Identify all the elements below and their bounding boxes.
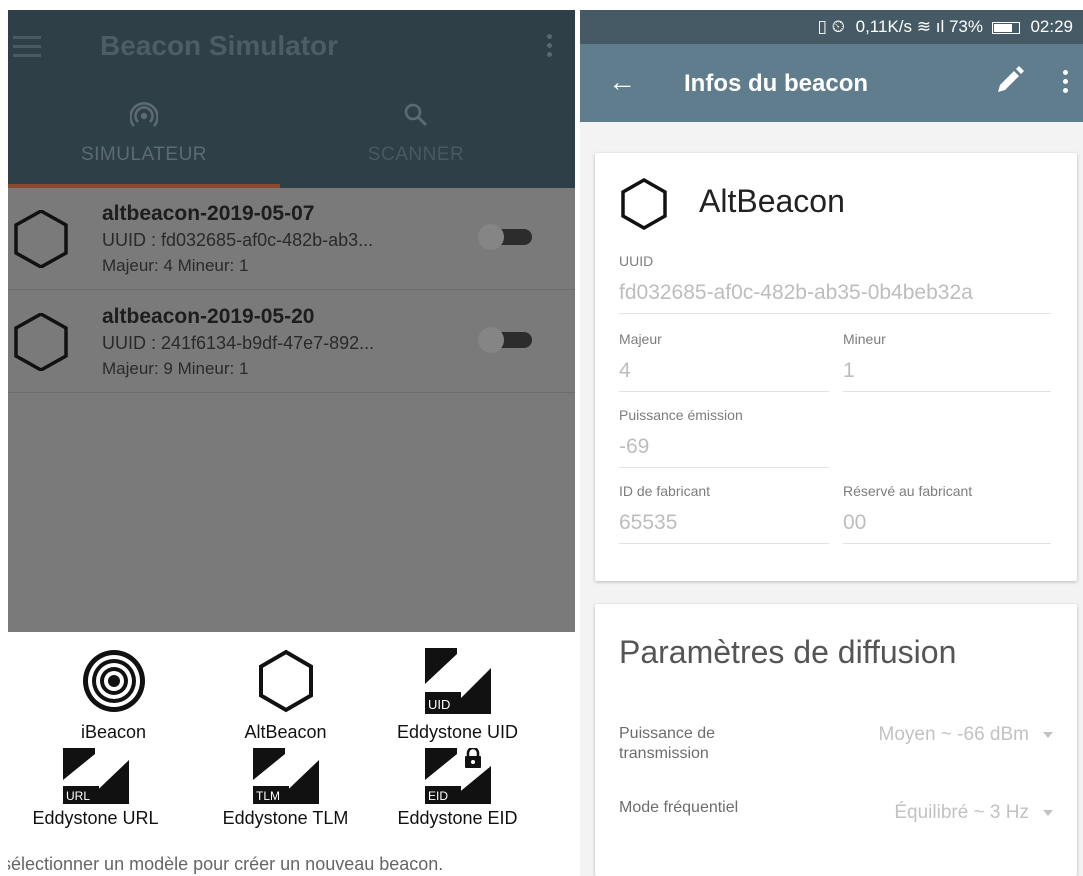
manufacturer-id-field[interactable]: 65535: [619, 511, 829, 544]
ibeacon-icon: [82, 650, 145, 712]
manufacturer-reserved-field[interactable]: 00: [843, 511, 1051, 544]
wifi-signal-icon: ≋ ıl: [916, 17, 945, 36]
more-options-icon[interactable]: [1063, 70, 1069, 97]
eddystone-badge: TLM: [256, 789, 280, 803]
beacon-list: altbeacon-2019-05-07 UUID : fd032685-af0…: [8, 188, 575, 632]
uuid-label: UUID: [619, 253, 654, 269]
beacon-name: altbeacon-2019-05-07: [102, 202, 315, 225]
minor-label: Mineur: [843, 331, 886, 347]
status-battery-level: 73%: [948, 17, 983, 36]
tab-scanner[interactable]: SCANNER: [280, 102, 552, 188]
beacon-row[interactable]: altbeacon-2019-05-20 UUID : 241f6134-b9d…: [8, 291, 575, 393]
beacon-type-title: AltBeacon: [699, 183, 845, 219]
template-altbeacon[interactable]: AltBeacon: [198, 648, 373, 743]
hexagon-icon: [258, 649, 313, 713]
beacon-uuid: UUID : fd032685-af0c-482b-ab3...: [102, 230, 374, 250]
frequency-mode-dropdown[interactable]: Équilibré ~ 3 Hz: [894, 802, 1053, 824]
dropdown-caret-icon: [1043, 809, 1053, 816]
eddystone-badge: URL: [66, 789, 90, 803]
template-label: Eddystone EID: [397, 808, 518, 828]
tx-power-dropdown[interactable]: Moyen ~ -66 dBm: [878, 724, 1053, 746]
app-title: Beacon Simulator: [100, 30, 339, 61]
tx-power-setting-label: Puissance de transmission: [619, 725, 716, 762]
manufacturer-id-label: ID de fabricant: [619, 483, 711, 499]
hexagon-icon: [14, 210, 68, 268]
eddystone-badge: UID: [428, 697, 450, 712]
battery-icon: [991, 21, 1020, 34]
eddystone-url-icon: URL: [62, 748, 129, 804]
major-field[interactable]: 4: [619, 359, 829, 392]
tab-simulateur[interactable]: SIMULATEUR: [8, 102, 280, 188]
status-time: 02:29: [1030, 17, 1073, 36]
status-icons: ▯ ⏲: [817, 17, 845, 36]
eddystone-eid-icon: EID: [424, 748, 491, 804]
beacon-list-screen: Beacon Simulator SIMULATEUR SCANNER altb…: [8, 10, 575, 876]
back-arrow-icon[interactable]: ←: [608, 66, 636, 98]
hexagon-icon: [14, 313, 68, 371]
frequency-mode-dropdown-value: Équilibré ~ 3 Hz: [894, 802, 1029, 823]
hexagon-icon: [621, 177, 667, 231]
beacon-major-minor: Majeur: 9 Mineur: 1: [102, 359, 249, 378]
template-picker: iBeacon AltBeacon UID Eddystone UID URL …: [8, 632, 575, 876]
beacon-toggle[interactable]: [478, 224, 534, 250]
broadcast-icon: [130, 102, 158, 127]
eddystone-badge: EID: [428, 789, 448, 803]
create-hint-text: sélectionner un modèle pour créer un nou…: [8, 854, 444, 874]
major-label: Majeur: [619, 331, 662, 347]
template-eddystone-tlm[interactable]: TLM Eddystone TLM: [198, 748, 373, 829]
template-eddystone-url[interactable]: URL Eddystone URL: [8, 748, 183, 829]
screen: Beacon Simulator SIMULATEUR SCANNER altb…: [0, 0, 1083, 876]
frequency-mode-label: Mode fréquentiel: [619, 799, 739, 816]
tab-scanner-label: SCANNER: [367, 144, 465, 165]
beacon-uuid: UUID : 241f6134-b9df-47e7-892...: [102, 333, 375, 353]
broadcast-settings-card: Paramètres de diffusion Puissance de tra…: [595, 604, 1077, 876]
status-network-speed: 0,11K/s: [855, 17, 913, 36]
uuid-field[interactable]: fd032685-af0c-482b-ab35-0b4beb32a: [619, 281, 1051, 314]
edit-pencil-icon[interactable]: [994, 66, 1024, 96]
template-label: Eddystone URL: [32, 808, 159, 828]
minor-field[interactable]: 1: [843, 359, 1051, 392]
status-bar: ▯ ⏲ 0,11K/s ≋ ıl 73% 02:29: [580, 10, 1083, 44]
beacon-major-minor: Majeur: 4 Mineur: 1: [102, 256, 249, 275]
template-eddystone-eid[interactable]: EID Eddystone EID: [370, 748, 545, 829]
manufacturer-reserved-label: Réservé au fabricant: [843, 483, 973, 499]
tx-power-dropdown-value: Moyen ~ -66 dBm: [878, 724, 1030, 745]
beacon-info-card: AltBeacon UUID fd032685-af0c-482b-ab35-0…: [595, 153, 1077, 581]
dropdown-caret-icon: [1043, 731, 1053, 738]
template-ibeacon[interactable]: iBeacon: [26, 648, 201, 743]
template-label: AltBeacon: [244, 722, 327, 742]
eddystone-tlm-icon: TLM: [252, 748, 319, 804]
tx-power-label: Puissance émission: [619, 407, 743, 423]
tab-simulateur-label: SIMULATEUR: [80, 144, 208, 165]
toolbar-title: Infos du beacon: [684, 70, 869, 97]
template-eddystone-uid[interactable]: UID Eddystone UID: [370, 648, 545, 743]
beacon-name: altbeacon-2019-05-20: [102, 305, 315, 328]
beacon-toggle[interactable]: [478, 327, 534, 353]
more-options-icon[interactable]: [545, 34, 553, 60]
eddystone-uid-icon: UID: [424, 648, 491, 714]
template-label: iBeacon: [80, 722, 147, 742]
template-label: Eddystone TLM: [222, 808, 349, 828]
beacon-row[interactable]: altbeacon-2019-05-07 UUID : fd032685-af0…: [8, 188, 575, 290]
template-label: Eddystone UID: [396, 722, 519, 742]
tx-power-field[interactable]: -69: [619, 435, 829, 468]
menu-icon[interactable]: [13, 36, 43, 58]
broadcast-settings-title: Paramètres de diffusion: [619, 634, 957, 670]
toolbar: ← Infos du beacon: [580, 44, 1083, 122]
search-icon: [404, 103, 428, 127]
app-bar: Beacon Simulator SIMULATEUR SCANNER: [8, 10, 575, 188]
beacon-details-screen: ▯ ⏲ 0,11K/s ≋ ıl 73% 02:29 ← Infos du be…: [580, 10, 1083, 876]
